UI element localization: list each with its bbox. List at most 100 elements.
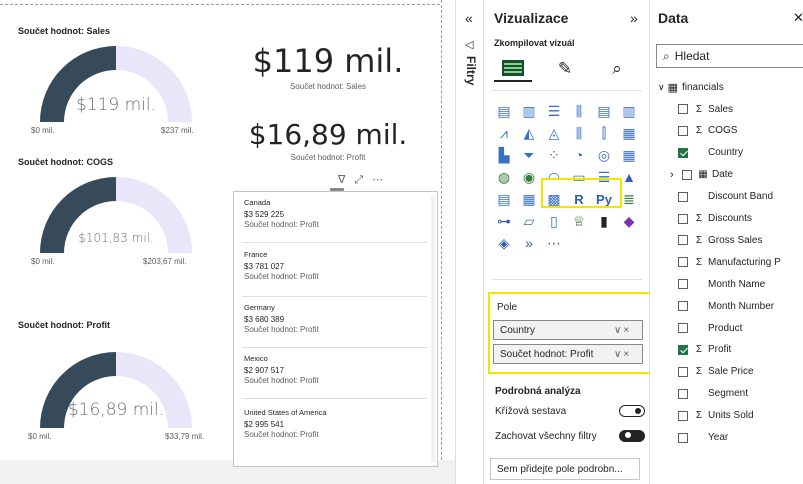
key-influencers-icon[interactable]: ≣	[619, 189, 639, 209]
filled-map-icon[interactable]: ◉	[519, 167, 539, 187]
checkbox[interactable]	[678, 323, 688, 333]
checkbox[interactable]	[678, 125, 688, 136]
goals-icon[interactable]: ♕	[569, 211, 589, 231]
area-chart-icon[interactable]: ◭	[519, 123, 539, 143]
sigma-icon: Σ	[695, 410, 703, 422]
qa-icon[interactable]: ▱	[519, 211, 539, 231]
card-sales[interactable]: $119 mil. Součet hodnot: Sales	[238, 42, 418, 91]
checkbox[interactable]	[678, 191, 688, 202]
checkbox[interactable]	[678, 366, 688, 377]
slicer-icon[interactable]: ▤	[494, 189, 514, 209]
table-icon[interactable]: ▦	[519, 189, 539, 209]
field-row[interactable]: ΣMonth Number	[678, 299, 774, 313]
stacked-area-icon[interactable]: ◬	[544, 123, 564, 143]
field-row[interactable]: Σ Units Sold	[678, 409, 754, 423]
field-pill-profit[interactable]: Součet hodnot: Profit ∨×	[493, 344, 643, 364]
more-visuals-icon[interactable]: »	[519, 233, 539, 253]
card-profit[interactable]: $16,89 mil. Součet hodnot: Profit	[228, 118, 428, 162]
analytics-search-icon: ⌕	[612, 59, 622, 78]
narrative-icon[interactable]: ▯	[544, 211, 564, 231]
field-row[interactable]: ΣYear	[678, 431, 728, 445]
field-row[interactable]: Σ Profit	[678, 343, 731, 357]
mr-value: $2 907 517	[244, 366, 285, 375]
filter-icon[interactable]: ∇	[338, 174, 345, 186]
field-row[interactable]: ΣDiscount Band	[678, 190, 773, 204]
stacked-bar-icon[interactable]: ▤	[494, 101, 514, 121]
checkbox[interactable]	[678, 344, 688, 355]
kpi-icon[interactable]: ▲	[619, 167, 639, 187]
100-column-icon[interactable]: ▥	[619, 101, 639, 121]
collapse-left-icon[interactable]: «	[465, 10, 473, 26]
gauge-sales[interactable]: Součet hodnot: Sales $119 mil. $0 mil. $…	[10, 26, 225, 151]
keep-filters-toggle[interactable]	[619, 430, 645, 442]
ellipsis-icon[interactable]: ⋯	[544, 233, 564, 253]
tab-build-visual[interactable]	[494, 56, 532, 82]
stacked-column-icon[interactable]: ▥	[519, 101, 539, 121]
gauge-profit[interactable]: Součet hodnot: Profit $16,89 mil. $0 mil…	[10, 320, 225, 445]
gauge-cogs[interactable]: Součet hodnot: COGS $101,83 mil. $0 mil.…	[10, 157, 225, 282]
tab-analytics[interactable]: ⌕	[598, 56, 636, 82]
cross-report-toggle[interactable]	[619, 405, 645, 417]
field-row[interactable]: Σ Sales	[678, 102, 733, 116]
expand-filters-icon[interactable]: ◁	[465, 38, 473, 51]
field-row[interactable]: Σ Sale Price	[678, 365, 754, 379]
search-input[interactable]: ⌕ Hledat	[656, 44, 803, 68]
more-options-icon[interactable]: ⋯	[372, 174, 383, 186]
field-row[interactable]: ΣMonth Name	[678, 277, 765, 291]
100-bar-icon[interactable]: ▤	[594, 101, 614, 121]
map-icon[interactable]: ◍	[494, 167, 514, 187]
line-chart-icon[interactable]: ⩘	[494, 123, 514, 143]
field-pill-country[interactable]: Country ∨×	[493, 320, 643, 340]
ribbon-chart-icon[interactable]: ▦	[619, 123, 639, 143]
field-row[interactable]: Σ Manufacturing P	[678, 255, 781, 269]
checkbox[interactable]	[678, 301, 688, 312]
checkbox[interactable]	[678, 432, 688, 443]
clustered-column-icon[interactable]: ⫼	[569, 101, 589, 121]
close-icon[interactable]: ✕	[793, 10, 803, 26]
table-name: financials	[682, 82, 724, 93]
field-row[interactable]: ΣSegment	[678, 387, 748, 401]
scatter-icon[interactable]: ⁘	[544, 145, 564, 165]
checkbox[interactable]	[678, 257, 688, 268]
pie-icon[interactable]: ◔	[569, 145, 589, 165]
treemap-icon[interactable]: ▦	[619, 145, 639, 165]
paginated-icon[interactable]: ▮	[594, 211, 614, 231]
clustered-bar-icon[interactable]: ☰	[544, 101, 564, 121]
gauge-value: $101,83 mil.	[78, 231, 154, 245]
checkbox[interactable]	[678, 104, 688, 114]
scrollbar[interactable]	[431, 196, 435, 462]
checkbox[interactable]	[678, 147, 688, 158]
checkbox[interactable]	[678, 410, 688, 421]
chevron-down-close-icon[interactable]: ∨×	[614, 325, 642, 336]
expand-icon[interactable]: »	[630, 10, 638, 26]
donut-icon[interactable]: ◎	[594, 145, 614, 165]
waterfall-icon[interactable]: ▙	[494, 145, 514, 165]
funnel-icon[interactable]: ⏷	[519, 145, 539, 165]
power-apps-icon[interactable]: ◆	[619, 211, 639, 231]
field-row[interactable]: Σ Gross Sales	[678, 233, 762, 247]
chevron-down-close-icon[interactable]: ∨×	[614, 349, 642, 360]
chevron-right-icon[interactable]: ›	[670, 169, 682, 181]
focus-mode-icon[interactable]: ⤢	[354, 174, 363, 186]
filters-label[interactable]: Filtry	[464, 56, 478, 85]
checkbox[interactable]	[682, 169, 692, 180]
table-row[interactable]: ∨ ▦ financials	[658, 81, 724, 94]
field-row[interactable]: Σ COGS	[678, 124, 737, 138]
drill-through-drop-zone[interactable]: Sem přidejte pole podrobn...	[490, 458, 640, 480]
checkbox[interactable]	[678, 279, 688, 290]
checkbox[interactable]	[678, 388, 688, 399]
line-clustered-icon[interactable]: ⫿	[594, 123, 614, 143]
field-row[interactable]: ΣProduct	[678, 321, 742, 335]
decomposition-tree-icon[interactable]: ⊶	[494, 211, 514, 231]
field-row[interactable]: ΣCountry	[678, 146, 743, 160]
card-label: Součet hodnot: Sales	[289, 82, 367, 91]
line-column-icon[interactable]: ⫼	[569, 123, 589, 143]
checkbox[interactable]	[678, 213, 688, 224]
field-row[interactable]: Σ Discounts	[678, 212, 752, 226]
tab-format-visual[interactable]: ✎	[546, 56, 584, 82]
field-row[interactable]: › ▦ Date	[670, 168, 733, 182]
multi-row-card[interactable]: Canada $3 529 225 Součet hodnot: Profit …	[233, 191, 438, 467]
power-automate-icon[interactable]: ◈	[494, 233, 514, 253]
filters-pane-collapsed[interactable]: « ◁ Filtry	[455, 0, 484, 484]
checkbox[interactable]	[678, 235, 688, 246]
